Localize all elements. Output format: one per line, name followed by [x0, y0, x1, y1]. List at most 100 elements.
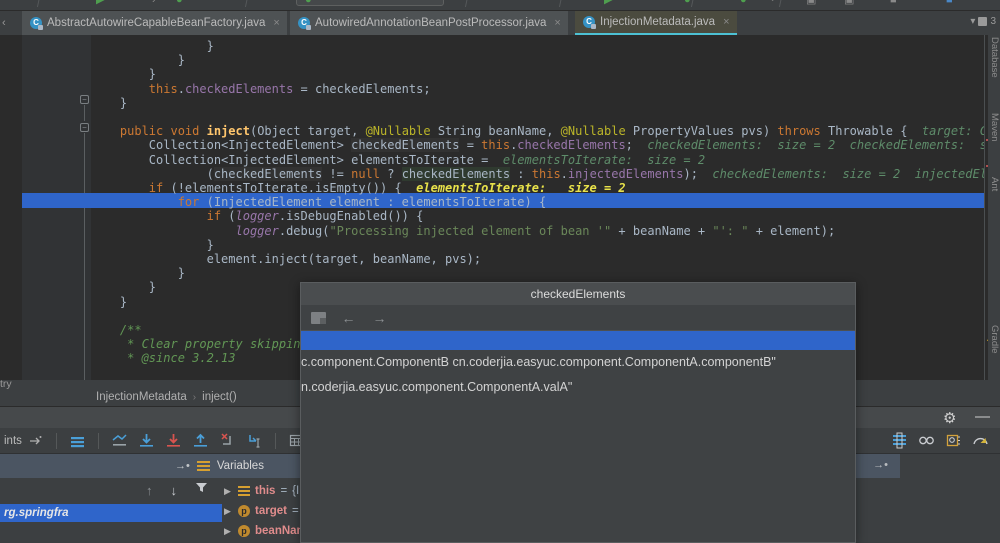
code-line[interactable]: * Clear property skipping [91, 337, 308, 351]
java-class-icon: C [30, 17, 43, 30]
code-line[interactable]: } [91, 280, 156, 294]
code-line[interactable]: (checkedElements != null ? checkedElemen… [91, 166, 1000, 181]
profiler-icon[interactable] [971, 431, 990, 450]
run-config-icon: ● [305, 0, 312, 6]
mute-breakpoints-icon[interactable] [68, 431, 87, 450]
breadcrumb-method[interactable]: inject() [202, 391, 237, 403]
code-line[interactable]: /** [91, 323, 142, 337]
right-stripe-label-ant[interactable]: Ant [989, 177, 1000, 191]
code-line[interactable]: if (logger.isDebugEnabled()) { [91, 209, 424, 223]
code-line[interactable]: } [91, 67, 156, 81]
chevron-down-icon[interactable]: ▾ [970, 16, 975, 27]
code-line[interactable]: } [91, 39, 214, 53]
code-line[interactable]: Collection<InjectedElement> elementsToIt… [91, 153, 705, 167]
tab-list-icon[interactable] [978, 17, 988, 26]
code-line[interactable]: if (!elementsToIterate.isEmpty()) { elem… [91, 181, 626, 195]
view-icon[interactable]: ▣ [844, 0, 854, 6]
minimize-icon[interactable]: — [975, 409, 990, 424]
editor-tab-autowired-annotation[interactable]: C AutowiredAnnotationBeanPostProcessor.j… [290, 11, 568, 35]
popup-selected-row[interactable] [301, 331, 855, 350]
java-class-icon: C [583, 16, 596, 29]
code-line[interactable]: for (InjectedElement element : elementsT… [91, 195, 546, 209]
code-line[interactable]: this.checkedElements = checkedElements; [91, 82, 431, 96]
breadcrumb-class[interactable]: InjectionMetadata [96, 391, 187, 403]
fold-marker-collapse[interactable]: − [80, 95, 89, 104]
code-line[interactable]: } [91, 53, 185, 67]
watches-icon[interactable] [917, 431, 936, 450]
code-line[interactable]: * @since 3.2.13 [91, 351, 235, 365]
code-line[interactable]: logger.debug("Processing injected elemen… [91, 224, 836, 238]
frames-down-icon[interactable]: ↓ [171, 483, 178, 498]
expander-icon[interactable]: ▶ [222, 486, 233, 497]
filter-icon[interactable] [195, 481, 208, 499]
variable-name: target [255, 505, 287, 517]
editor-tab-injection-metadata[interactable]: C InjectionMetadata.java × [575, 11, 737, 35]
run-icon[interactable]: ▶ [96, 0, 104, 6]
rerun-icon[interactable]: ● [684, 0, 691, 6]
variables-tab-label: Variables [216, 460, 264, 472]
tab-restore-right-icon[interactable]: →• [873, 459, 888, 471]
code-line[interactable]: } [91, 238, 214, 252]
resume-icon[interactable]: ▶ [604, 0, 612, 6]
right-stripe-label-database[interactable]: Database [989, 37, 1000, 78]
expander-icon[interactable]: ▶ [222, 506, 233, 517]
frames-pane[interactable]: ↑ ↓ rg.springfra [0, 478, 222, 543]
popup-line-1[interactable]: c.component.ComponentB cn.coderjia.easyu… [301, 355, 776, 369]
close-icon[interactable]: × [723, 16, 729, 28]
popup-line-2[interactable]: n.coderjia.easyuc.component.ComponentA.v… [301, 380, 572, 394]
drop-frame-icon[interactable] [218, 431, 237, 450]
stepping-icon[interactable]: ↷ [766, 0, 775, 6]
view-as-icon[interactable] [311, 311, 326, 324]
restore-icon[interactable]: →• [175, 460, 190, 472]
code-line[interactable]: } [91, 266, 185, 280]
breakpoints-label: ints [4, 434, 22, 447]
code-line[interactable]: Collection<InjectedElement> checkedEleme… [91, 138, 994, 153]
frames-up-icon[interactable]: ↑ [146, 483, 153, 498]
stop-icon[interactable]: ■ [890, 0, 897, 6]
memory-icon[interactable] [944, 431, 963, 450]
step-over-icon[interactable] [137, 431, 156, 450]
frame-list-item-selected[interactable]: rg.springfra [0, 504, 222, 522]
show-execution-point-icon[interactable] [110, 431, 129, 450]
forward-icon[interactable]: → [371, 310, 388, 326]
code-line[interactable]: } [91, 96, 127, 110]
frame-label: rg.springfra [4, 507, 69, 519]
restore-layout-icon[interactable] [26, 431, 45, 450]
main-toolbar[interactable]: ▶ › ● ● ▶ ● ● ↷ ▣ ▣ ■ ■ [0, 0, 1000, 11]
popup-body[interactable]: c.component.ComponentB cn.coderjia.easyu… [301, 331, 855, 542]
right-tool-stripe[interactable]: Database Maven Ant Gradle [988, 35, 1000, 406]
fold-marker-expand[interactable]: − [80, 123, 89, 132]
threads-icon[interactable] [890, 431, 909, 450]
close-icon[interactable]: × [273, 17, 279, 29]
editor-tab-bar[interactable]: ‹ C AbstractAutowireCapableBeanFactory.j… [0, 11, 1000, 35]
frames-toolbar[interactable]: ↑ ↓ [0, 478, 222, 502]
search-everywhere-icon[interactable]: ■ [946, 0, 953, 6]
variables-icon [196, 460, 210, 472]
parameter-icon: p [238, 525, 250, 537]
mute-icon[interactable]: ▣ [806, 0, 816, 6]
gear-icon[interactable] [943, 410, 957, 424]
debug-icon[interactable]: ● [176, 0, 183, 6]
toolbar-glyph[interactable]: › [152, 0, 156, 6]
run-config-selector[interactable] [296, 0, 444, 6]
editor-tab-abstract-autowire[interactable]: C AbstractAutowireCapableBeanFactory.jav… [22, 11, 287, 35]
code-line[interactable]: public void inject(Object target, @Nulla… [91, 124, 987, 138]
inspect-value-popup[interactable]: checkedElements ← → c.component.Componen… [300, 282, 856, 543]
back-icon[interactable]: ← [340, 310, 357, 326]
parameter-icon: p [238, 505, 250, 517]
right-stripe-label-maven[interactable]: Maven [989, 113, 1000, 142]
run-to-cursor-icon[interactable] [245, 431, 264, 450]
popup-title: checkedElements [301, 283, 855, 305]
popup-toolbar[interactable]: ← → [301, 305, 855, 331]
right-stripe-label-gradle[interactable]: Gradle [989, 325, 1000, 354]
expander-icon[interactable]: ▶ [222, 526, 233, 537]
step-out-icon[interactable] [191, 431, 210, 450]
code-line[interactable]: element.inject(target, beanName, pvs); [91, 252, 482, 266]
close-icon[interactable]: × [554, 17, 560, 29]
editor-tab-label: AbstractAutowireCapableBeanFactory.java [47, 17, 266, 29]
tab-overflow-control[interactable]: ▾ 3 [970, 16, 996, 27]
step-icon[interactable]: ● [740, 0, 747, 6]
code-line[interactable]: } [91, 295, 127, 309]
step-into-icon[interactable] [164, 431, 183, 450]
tabs-scroll-left-icon[interactable]: ‹ [2, 17, 6, 29]
